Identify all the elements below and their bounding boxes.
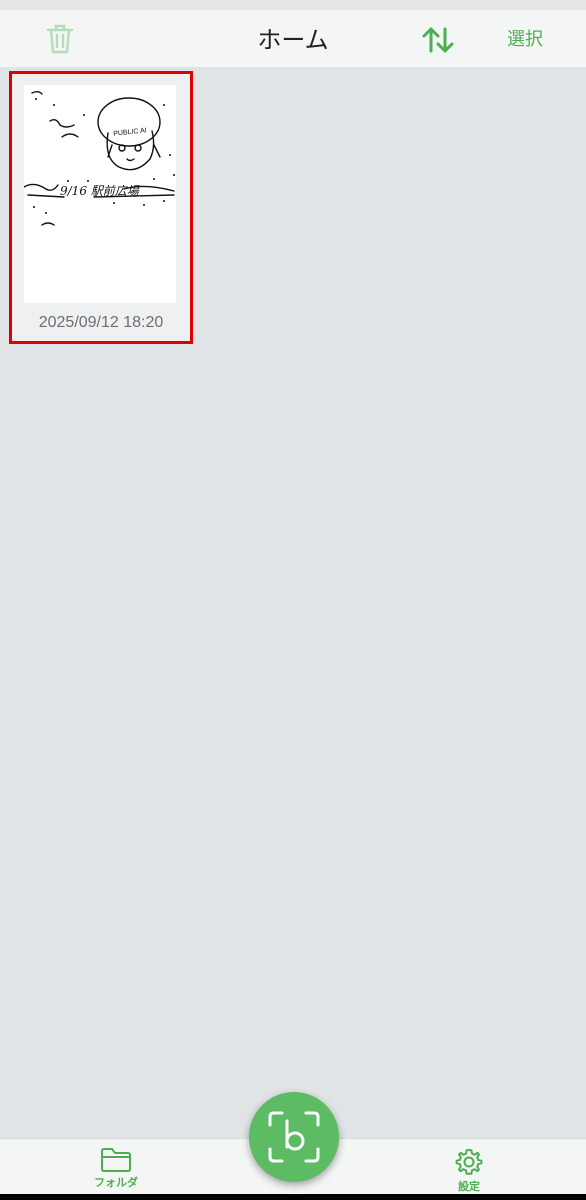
trash-icon [46,24,74,54]
thumbnail-handwriting: 9/16 駅前広場 [60,184,139,198]
scan-button[interactable] [249,1092,339,1182]
nav-settings-label: 設定 [458,1180,480,1193]
sort-arrows-icon [422,27,454,53]
system-nav-strip [0,1194,586,1200]
gear-icon [455,1149,483,1175]
document-card[interactable]: PUBLIC AI 9/16 駅前広場 2025/09/12 18:20 [9,71,193,344]
select-button[interactable]: 選択 [494,22,556,56]
scan-camera-icon [268,1111,320,1163]
header-bar: ホーム 選択 [0,10,586,68]
nav-folder-tab[interactable]: フォルダ [76,1139,156,1195]
folder-icon [101,1148,131,1172]
delete-button[interactable] [40,22,80,56]
nav-settings-tab[interactable]: 設定 [429,1139,509,1195]
document-date: 2025/09/12 18:20 [38,314,164,331]
nav-folder-label: フォルダ [94,1176,138,1189]
status-bar [0,0,586,10]
sort-button[interactable] [418,22,458,58]
document-thumbnail: PUBLIC AI 9/16 駅前広場 [23,85,176,303]
